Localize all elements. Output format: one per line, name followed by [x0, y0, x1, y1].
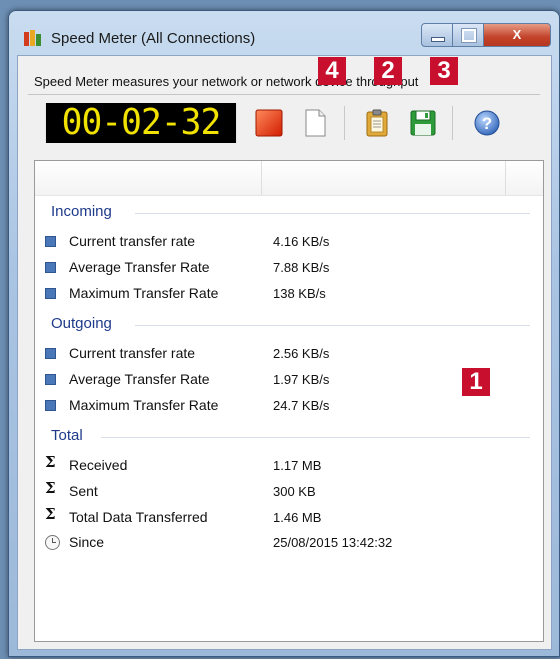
stats-panel: Incoming Current transfer rate 4.16 KB/s… — [34, 160, 544, 642]
rate-icon — [45, 236, 56, 247]
group-heading-total: Total — [51, 427, 83, 444]
client-area: Speed Meter measures your network or net… — [17, 55, 552, 650]
row-label: Average Transfer Rate — [69, 371, 210, 387]
callout-marker: 3 — [430, 57, 458, 85]
row-value: 1.17 MB — [273, 458, 322, 473]
rate-icon — [45, 400, 56, 411]
row-label: Total Data Transferred — [69, 509, 208, 525]
close-icon: X — [512, 27, 522, 42]
row-value: 300 KB — [273, 484, 316, 499]
close-button[interactable]: X — [483, 23, 551, 47]
row-value: 1.46 MB — [273, 510, 322, 525]
sigma-icon: Σ — [45, 453, 56, 471]
svg-text:?: ? — [482, 114, 492, 133]
row-label: Received — [69, 457, 128, 473]
save-icon[interactable] — [408, 108, 438, 138]
row-value: 24.7 KB/s — [273, 398, 330, 413]
group-heading-incoming: Incoming — [51, 203, 112, 220]
row-label: Average Transfer Rate — [69, 259, 210, 275]
row-value: 4.16 KB/s — [273, 234, 330, 249]
row-label: Current transfer rate — [69, 345, 196, 361]
divider — [28, 94, 540, 95]
row-label: Since — [69, 534, 105, 550]
minimize-icon — [431, 37, 445, 42]
row-value: 25/08/2015 13:42:32 — [273, 535, 393, 550]
callout-marker: 1 — [462, 368, 490, 396]
maximize-button[interactable] — [452, 23, 484, 47]
rate-icon — [45, 288, 56, 299]
rate-icon — [45, 374, 56, 385]
maximize-icon — [461, 28, 477, 43]
row-value: 138 KB/s — [273, 286, 326, 301]
toolbar-separator — [452, 106, 453, 140]
row-label: Sent — [69, 483, 98, 499]
column-divider[interactable] — [261, 161, 262, 195]
group-heading-outgoing: Outgoing — [51, 315, 112, 332]
title-bar[interactable]: Speed Meter (All Connections) X — [9, 11, 559, 55]
toolbar-separator — [344, 106, 345, 140]
help-icon[interactable]: ? — [472, 108, 502, 138]
row-label: Maximum Transfer Rate — [69, 397, 219, 413]
sigma-icon: Σ — [45, 479, 56, 497]
app-icon — [24, 30, 41, 46]
sigma-icon: Σ — [45, 505, 56, 523]
stop-icon[interactable] — [254, 108, 284, 138]
callout-marker: 4 — [318, 57, 346, 85]
clipboard-icon[interactable] — [362, 108, 392, 138]
row-value: 7.88 KB/s — [273, 260, 330, 275]
row-label: Current transfer rate — [69, 233, 196, 249]
minimize-button[interactable] — [421, 23, 453, 47]
divider — [135, 213, 530, 214]
window-title: Speed Meter (All Connections) — [51, 30, 256, 47]
elapsed-timer-display: 00-02-32 — [45, 103, 237, 143]
new-document-icon[interactable] — [300, 108, 330, 138]
column-header — [35, 161, 543, 196]
row-value: 1.97 KB/s — [273, 372, 330, 387]
speed-meter-window: Speed Meter (All Connections) X Speed Me… — [8, 10, 560, 657]
column-divider[interactable] — [505, 161, 506, 195]
divider — [101, 437, 530, 438]
description-text: Speed Meter measures your network or net… — [34, 74, 419, 89]
row-label: Maximum Transfer Rate — [69, 285, 219, 301]
divider — [135, 325, 530, 326]
callout-marker: 2 — [374, 57, 402, 85]
row-value: 2.56 KB/s — [273, 346, 330, 361]
rate-icon — [45, 262, 56, 273]
rate-icon — [45, 348, 56, 359]
clock-icon — [45, 535, 60, 550]
